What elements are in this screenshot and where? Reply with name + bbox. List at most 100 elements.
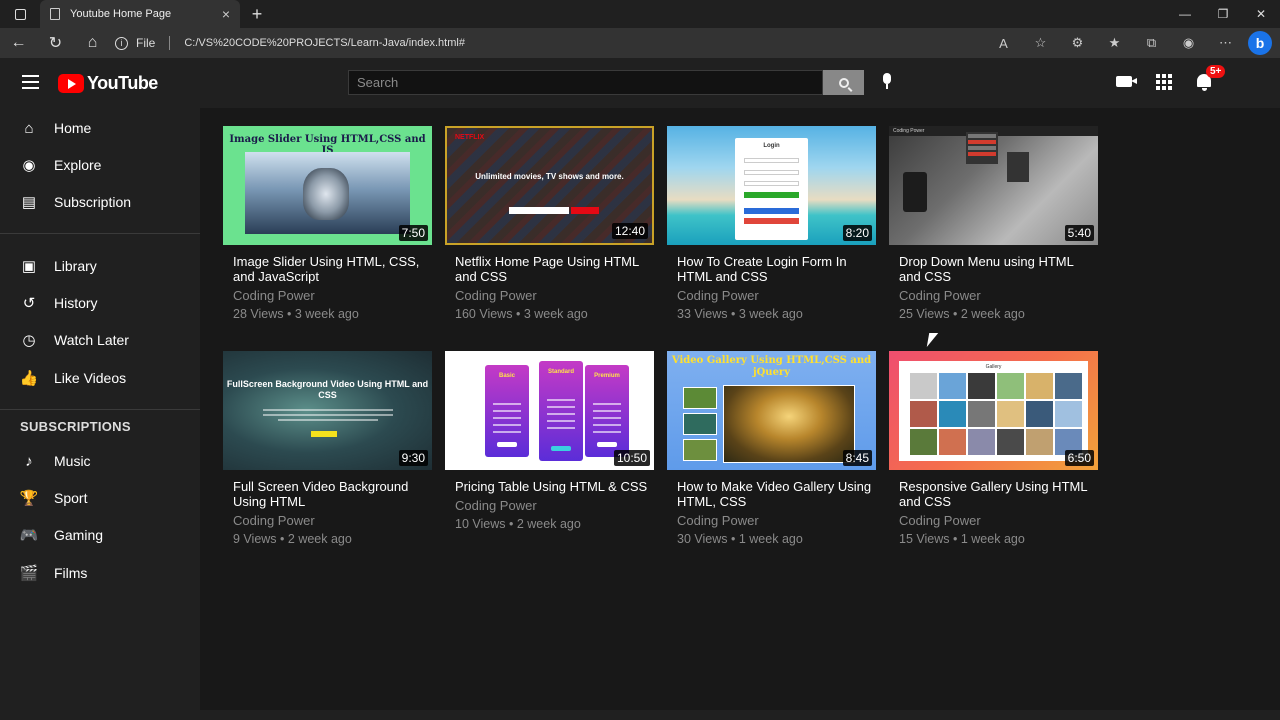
- minimize-icon[interactable]: —: [1166, 0, 1204, 28]
- sidebar-item-films[interactable]: 🎬 Films: [0, 555, 200, 591]
- info-icon[interactable]: i: [115, 36, 128, 50]
- bing-icon[interactable]: b: [1248, 31, 1272, 55]
- new-tab-icon[interactable]: +: [244, 4, 270, 25]
- url-path[interactable]: C:/VS%20CODE%20PROJECTS/Learn-Java/index…: [184, 37, 465, 49]
- read-aloud-icon[interactable]: A: [985, 36, 1022, 51]
- sidebar-item-gaming[interactable]: 🎮 Gaming: [0, 517, 200, 553]
- sidebar-item-label: Explore: [54, 157, 102, 173]
- gamepad-icon: 🎮: [19, 527, 39, 544]
- more-icon[interactable]: ⋯: [1207, 35, 1244, 51]
- sidebar-item-watch-later[interactable]: ◷ Watch Later: [0, 322, 200, 358]
- channel-name[interactable]: Coding Power: [667, 288, 876, 303]
- video-card[interactable]: Login 8:20 How To Create Login Form In H…: [667, 126, 876, 321]
- library-icon: ▣: [21, 258, 37, 275]
- extensions-icon[interactable]: ⚙: [1059, 35, 1096, 51]
- notifications-icon[interactable]: 5+: [1196, 64, 1226, 91]
- duration-badge: 8:45: [842, 450, 872, 466]
- refresh-icon[interactable]: ↻: [37, 33, 74, 53]
- upload-age: 1 week ago: [960, 532, 1025, 546]
- channel-name[interactable]: Coding Power: [445, 498, 654, 513]
- video-title[interactable]: Drop Down Menu using HTML and CSS: [889, 254, 1098, 284]
- thumbnail-caption: FullScreen Background Video Using HTML a…: [226, 379, 429, 400]
- meta-separator: •: [286, 307, 292, 321]
- video-title[interactable]: How To Create Login Form In HTML and CSS: [667, 254, 876, 284]
- video-thumbnail[interactable]: Image Slider Using HTML,CSS and JS 7:50: [223, 126, 432, 245]
- browser-tab[interactable]: Youtube Home Page ×: [40, 0, 240, 28]
- home-icon: ⌂: [24, 119, 34, 137]
- sidebar-item-music[interactable]: ♪ Music: [0, 443, 200, 479]
- video-thumbnail[interactable]: Login 8:20: [667, 126, 876, 245]
- video-title[interactable]: Image Slider Using HTML, CSS, and JavaSc…: [223, 254, 432, 284]
- plan-name: Standard: [547, 369, 574, 375]
- sidebar-item-like-videos[interactable]: 👍 Like Videos: [0, 360, 200, 396]
- sidebar-item-subscription[interactable]: ▤ Subscription: [0, 184, 200, 220]
- create-video-icon[interactable]: [1116, 71, 1137, 92]
- pricing-card-image: Standard: [539, 361, 583, 461]
- video-card[interactable]: Image Slider Using HTML,CSS and JS 7:50 …: [223, 126, 432, 321]
- video-card[interactable]: Coding Power 5:40 Drop Down Menu using H…: [889, 126, 1098, 321]
- video-title[interactable]: Responsive Gallery Using HTML and CSS: [889, 479, 1098, 509]
- music-note-icon: ♪: [25, 452, 33, 470]
- video-title[interactable]: Full Screen Video Background Using HTML: [223, 479, 432, 509]
- video-card[interactable]: Gallery 6:50 Responsive Gallery Using HT…: [889, 351, 1098, 546]
- submenu-image: [1007, 152, 1029, 182]
- gallery-cell: [1026, 401, 1053, 427]
- channel-name[interactable]: Coding Power: [445, 288, 654, 303]
- sidebar-item-history[interactable]: ↺ History: [0, 285, 200, 321]
- sidebar-item-sport[interactable]: 🏆 Sport: [0, 480, 200, 516]
- search-input[interactable]: [348, 70, 823, 95]
- search-button[interactable]: [823, 70, 864, 95]
- channel-name[interactable]: Coding Power: [223, 288, 432, 303]
- window-controls: — ❐ ✕: [1166, 0, 1280, 28]
- video-thumbnail[interactable]: Gallery 6:50: [889, 351, 1098, 470]
- video-thumbnail[interactable]: Video Gallery Using HTML,CSS and jQuery …: [667, 351, 876, 470]
- compass-icon: ◉: [22, 157, 36, 174]
- browser-address-bar: ← ↻ ⌂ i File C:/VS%20CODE%20PROJECTS/Lea…: [0, 28, 1280, 58]
- login-form-image: Login: [735, 138, 808, 240]
- tab-actions-icon[interactable]: [0, 0, 40, 28]
- channel-name[interactable]: Coding Power: [889, 513, 1098, 528]
- meta-separator: •: [280, 532, 285, 546]
- sidebar-item-library[interactable]: ▣ Library: [0, 248, 200, 284]
- video-card[interactable]: Video Gallery Using HTML,CSS and jQuery …: [667, 351, 876, 546]
- duration-badge: 5:40: [1064, 225, 1094, 241]
- email-bar: [509, 207, 569, 214]
- youtube-logo[interactable]: YouTube: [58, 73, 158, 94]
- close-tab-icon[interactable]: ×: [222, 6, 230, 22]
- collections-icon[interactable]: ⧉: [1133, 35, 1170, 51]
- video-card[interactable]: Basic Standard Premium 10:50 Pricing Tab…: [445, 351, 654, 531]
- video-card[interactable]: FullScreen Background Video Using HTML a…: [223, 351, 432, 546]
- video-title[interactable]: How to Make Video Gallery Using HTML, CS…: [667, 479, 876, 509]
- sidebar-item-home[interactable]: ⌂ Home: [0, 110, 200, 146]
- channel-name[interactable]: Coding Power: [223, 513, 432, 528]
- trophy-icon: 🏆: [19, 490, 39, 507]
- video-thumbnail[interactable]: Coding Power 5:40: [889, 126, 1098, 245]
- url-field[interactable]: i File C:/VS%20CODE%20PROJECTS/Learn-Jav…: [115, 31, 465, 55]
- video-card[interactable]: NETFLIX Unlimited movies, TV shows and m…: [445, 126, 654, 321]
- dropdown-image: [966, 132, 998, 164]
- video-title[interactable]: Netflix Home Page Using HTML and CSS: [445, 254, 654, 284]
- apps-icon[interactable]: [1156, 73, 1172, 90]
- profile-icon[interactable]: ◉: [1170, 35, 1207, 51]
- microphone-icon[interactable]: [882, 73, 892, 92]
- text-line: [263, 409, 393, 411]
- sidebar-item-explore[interactable]: ◉ Explore: [0, 147, 200, 183]
- add-favorite-icon[interactable]: ☆: [1022, 35, 1059, 51]
- gallery-cell: [939, 373, 966, 399]
- menu-icon[interactable]: [22, 75, 39, 89]
- channel-name[interactable]: Coding Power: [667, 513, 876, 528]
- video-thumbnail[interactable]: FullScreen Background Video Using HTML a…: [223, 351, 432, 470]
- back-icon[interactable]: ←: [0, 34, 37, 52]
- restore-icon[interactable]: ❐: [1204, 0, 1242, 28]
- video-thumbnail[interactable]: Basic Standard Premium 10:50: [445, 351, 654, 470]
- home-browser-icon[interactable]: ⌂: [74, 34, 111, 52]
- channel-name[interactable]: Coding Power: [889, 288, 1098, 303]
- gallery-cell: [910, 429, 937, 455]
- header-actions: 5+: [1092, 64, 1226, 92]
- video-title[interactable]: Pricing Table Using HTML & CSS: [445, 479, 654, 494]
- video-thumbnail[interactable]: NETFLIX Unlimited movies, TV shows and m…: [445, 126, 654, 245]
- view-count: 28 Views: [233, 307, 284, 321]
- favorites-icon[interactable]: ★: [1096, 35, 1133, 51]
- film-icon: 🎬: [19, 565, 39, 582]
- window-close-icon[interactable]: ✕: [1242, 0, 1280, 28]
